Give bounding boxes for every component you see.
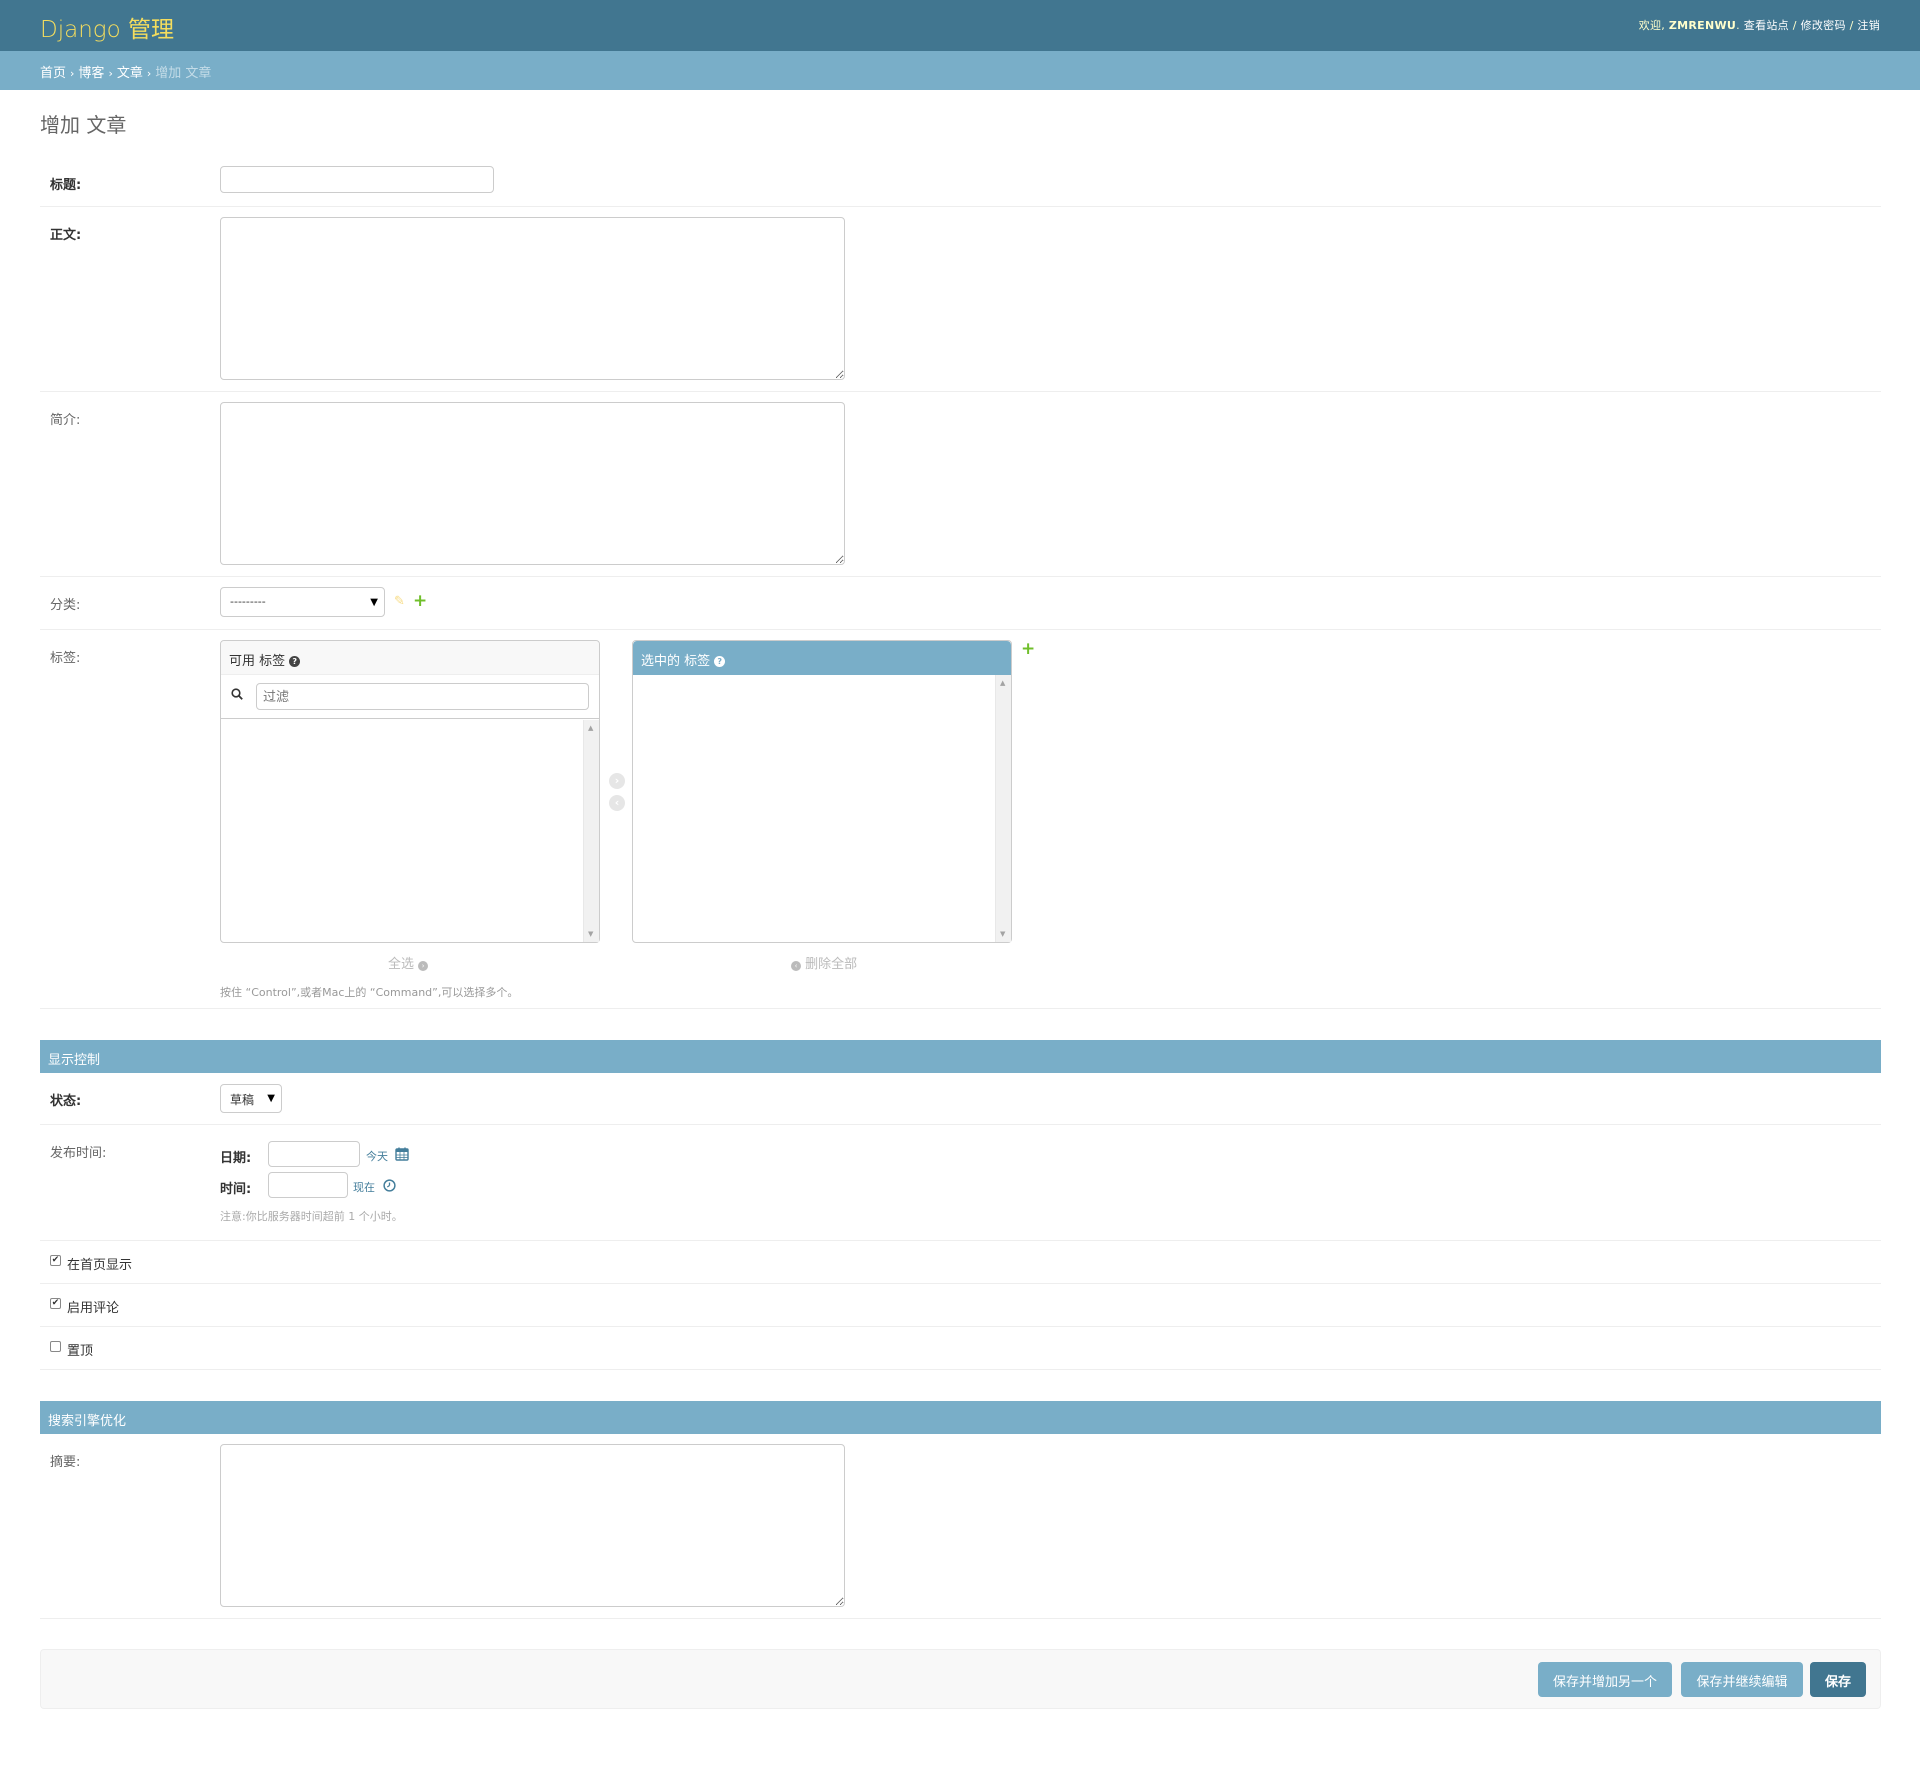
save-button[interactable]: 保存 [1810,1662,1866,1697]
chosen-tags-box: 选中的 标签? ▲ ▼ [632,640,1012,943]
tags-label: 标签: [50,651,81,666]
today-link[interactable]: 今天 [366,1148,388,1164]
status-select-value: 草稿 [230,1093,255,1107]
separator: / [1849,19,1854,32]
display-section-caption: 显示控制 [40,1040,1881,1073]
breadcrumb-home[interactable]: 首页 [40,66,66,81]
chevron-down-icon: ▼ [267,1093,275,1104]
choose-all-text: 全选 [388,957,415,972]
scrollbar[interactable]: ▲ ▼ [583,720,599,942]
tags-help-text: 按住 “Control”,或者Mac上的 “Command”,可以选择多个。 [220,986,519,999]
filter-row [221,675,599,719]
breadcrumb-blog[interactable]: 博客 [78,66,104,81]
user-tools: 欢迎, ZMRENWU. 查看站点 / 修改密码 / 注销 [1638,19,1880,32]
form-row-pub-time: 发布时间: 日期: 今天 时间: 现在 注意:你比服务器时间超前 1 个小时。 [40,1125,1881,1241]
form-row-body: 正文: [40,207,1881,392]
available-tags-box: 可用 标签? ▲ ▼ [220,640,600,943]
form-row-title: 标题: [40,159,1881,207]
breadcrumb-current: 增加 文章 [155,66,212,81]
chevron-down-icon: ▼ [370,597,378,608]
pin-top-label[interactable]: 置顶 [67,1340,93,1359]
scrollbar[interactable]: ▲ ▼ [995,675,1011,942]
status-label: 状态: [50,1094,82,1109]
category-select-value: --------- [230,595,266,608]
tags-filter-input[interactable] [256,683,589,710]
form-row-tags: 标签: 可用 标签? ▲ ▼ › ‹ 选中的 标签? ▲ ▼ + 全选 › [40,630,1881,1009]
help-icon[interactable]: ? [289,656,301,667]
seo-section-caption: 搜索引擎优化 [40,1401,1881,1434]
site-header: Django 管理 欢迎, ZMRENWU. 查看站点 / 修改密码 / 注销 [0,0,1920,51]
title-label: 标题: [50,178,82,193]
scroll-down-icon[interactable]: ▼ [1000,930,1005,938]
choose-all-link[interactable]: 全选 › [388,953,429,972]
add-selected-icon[interactable]: › [609,773,625,789]
change-password-link[interactable]: 修改密码 [1801,19,1846,32]
form-row-status: 状态: 草稿 ▼ [40,1073,1881,1125]
site-brand[interactable]: Django 管理 [40,10,174,44]
summary-textarea[interactable] [220,1444,845,1607]
pub-time-label: 发布时间: [50,1146,107,1161]
category-select[interactable]: --------- ▼ [220,587,385,617]
time-input[interactable] [268,1172,348,1198]
view-site-link[interactable]: 查看站点 [1744,19,1789,32]
chosen-tags-title-text: 选中的 标签 [641,654,711,669]
add-category-icon[interactable]: + [413,593,427,610]
form-row-checkbox: ✔ 在首页显示 [40,1241,1881,1284]
scroll-up-icon[interactable]: ▲ [1000,679,1005,687]
save-and-continue-button[interactable]: 保存并继续编辑 [1681,1662,1803,1697]
logout-link[interactable]: 注销 [1857,19,1880,32]
submit-row: 保存并增加另一个 保存并继续编辑 保存 [40,1649,1881,1709]
clock-icon[interactable] [383,1179,396,1192]
enable-comments-label[interactable]: 启用评论 [67,1297,119,1316]
add-tag-icon[interactable]: + [1021,641,1035,658]
page-title: 增加 文章 [40,113,127,137]
chevron-left-icon: ‹ [791,961,801,971]
available-tags-title-text: 可用 标签 [229,654,286,669]
excerpt-textarea[interactable] [220,402,845,565]
breadcrumb-separator: › [70,67,75,80]
title-input[interactable] [220,166,494,193]
form-row-excerpt: 简介: [40,392,1881,577]
breadcrumb-separator: › [108,67,113,80]
form-row-summary: 摘要: [40,1434,1881,1619]
date-label: 日期: [220,1151,252,1166]
body-label: 正文: [50,228,82,243]
excerpt-label: 简介: [50,413,81,428]
form-row-checkbox: ✔ 启用评论 [40,1284,1881,1327]
scroll-up-icon[interactable]: ▲ [588,724,593,732]
save-and-add-another-button[interactable]: 保存并增加另一个 [1538,1662,1672,1697]
chevron-right-icon: › [418,961,429,971]
body-textarea[interactable] [220,217,845,380]
remove-selected-icon[interactable]: ‹ [609,795,625,811]
breadcrumb-separator: › [146,67,152,80]
show-on-home-checkbox[interactable]: ✔ [50,1255,61,1266]
calendar-icon[interactable] [395,1147,409,1161]
search-icon [231,688,243,700]
pin-top-checkbox[interactable] [50,1341,61,1352]
remove-all-link[interactable]: ‹ 删除全部 [791,953,857,972]
show-on-home-label[interactable]: 在首页显示 [67,1254,132,1273]
pencil-icon[interactable]: ✎ [394,594,405,609]
help-icon[interactable]: ? [714,656,726,667]
username: ZMRENWU [1668,19,1737,32]
breadcrumb-post[interactable]: 文章 [117,66,143,81]
separator: / [1792,19,1797,32]
now-link[interactable]: 现在 [353,1179,375,1195]
timezone-note: 注意:你比服务器时间超前 1 个小时。 [220,1210,403,1223]
breadcrumb: 首页 › 博客 › 文章 › 增加 文章 [0,51,1920,90]
chosen-tags-title: 选中的 标签? [633,641,1011,675]
date-input[interactable] [268,1141,360,1167]
scroll-down-icon[interactable]: ▼ [588,930,593,938]
status-select[interactable]: 草稿 ▼ [220,1084,282,1113]
available-tags-title: 可用 标签? [221,641,599,675]
summary-label: 摘要: [50,1455,81,1470]
form-row-category: 分类: --------- ▼ ✎ + [40,577,1881,630]
category-label: 分类: [50,598,81,613]
form-row-checkbox: 置顶 [40,1327,1881,1370]
enable-comments-checkbox[interactable]: ✔ [50,1298,61,1309]
remove-all-text: 删除全部 [805,957,858,972]
welcome-text: 欢迎, [1638,19,1666,32]
time-label: 时间: [220,1182,252,1197]
